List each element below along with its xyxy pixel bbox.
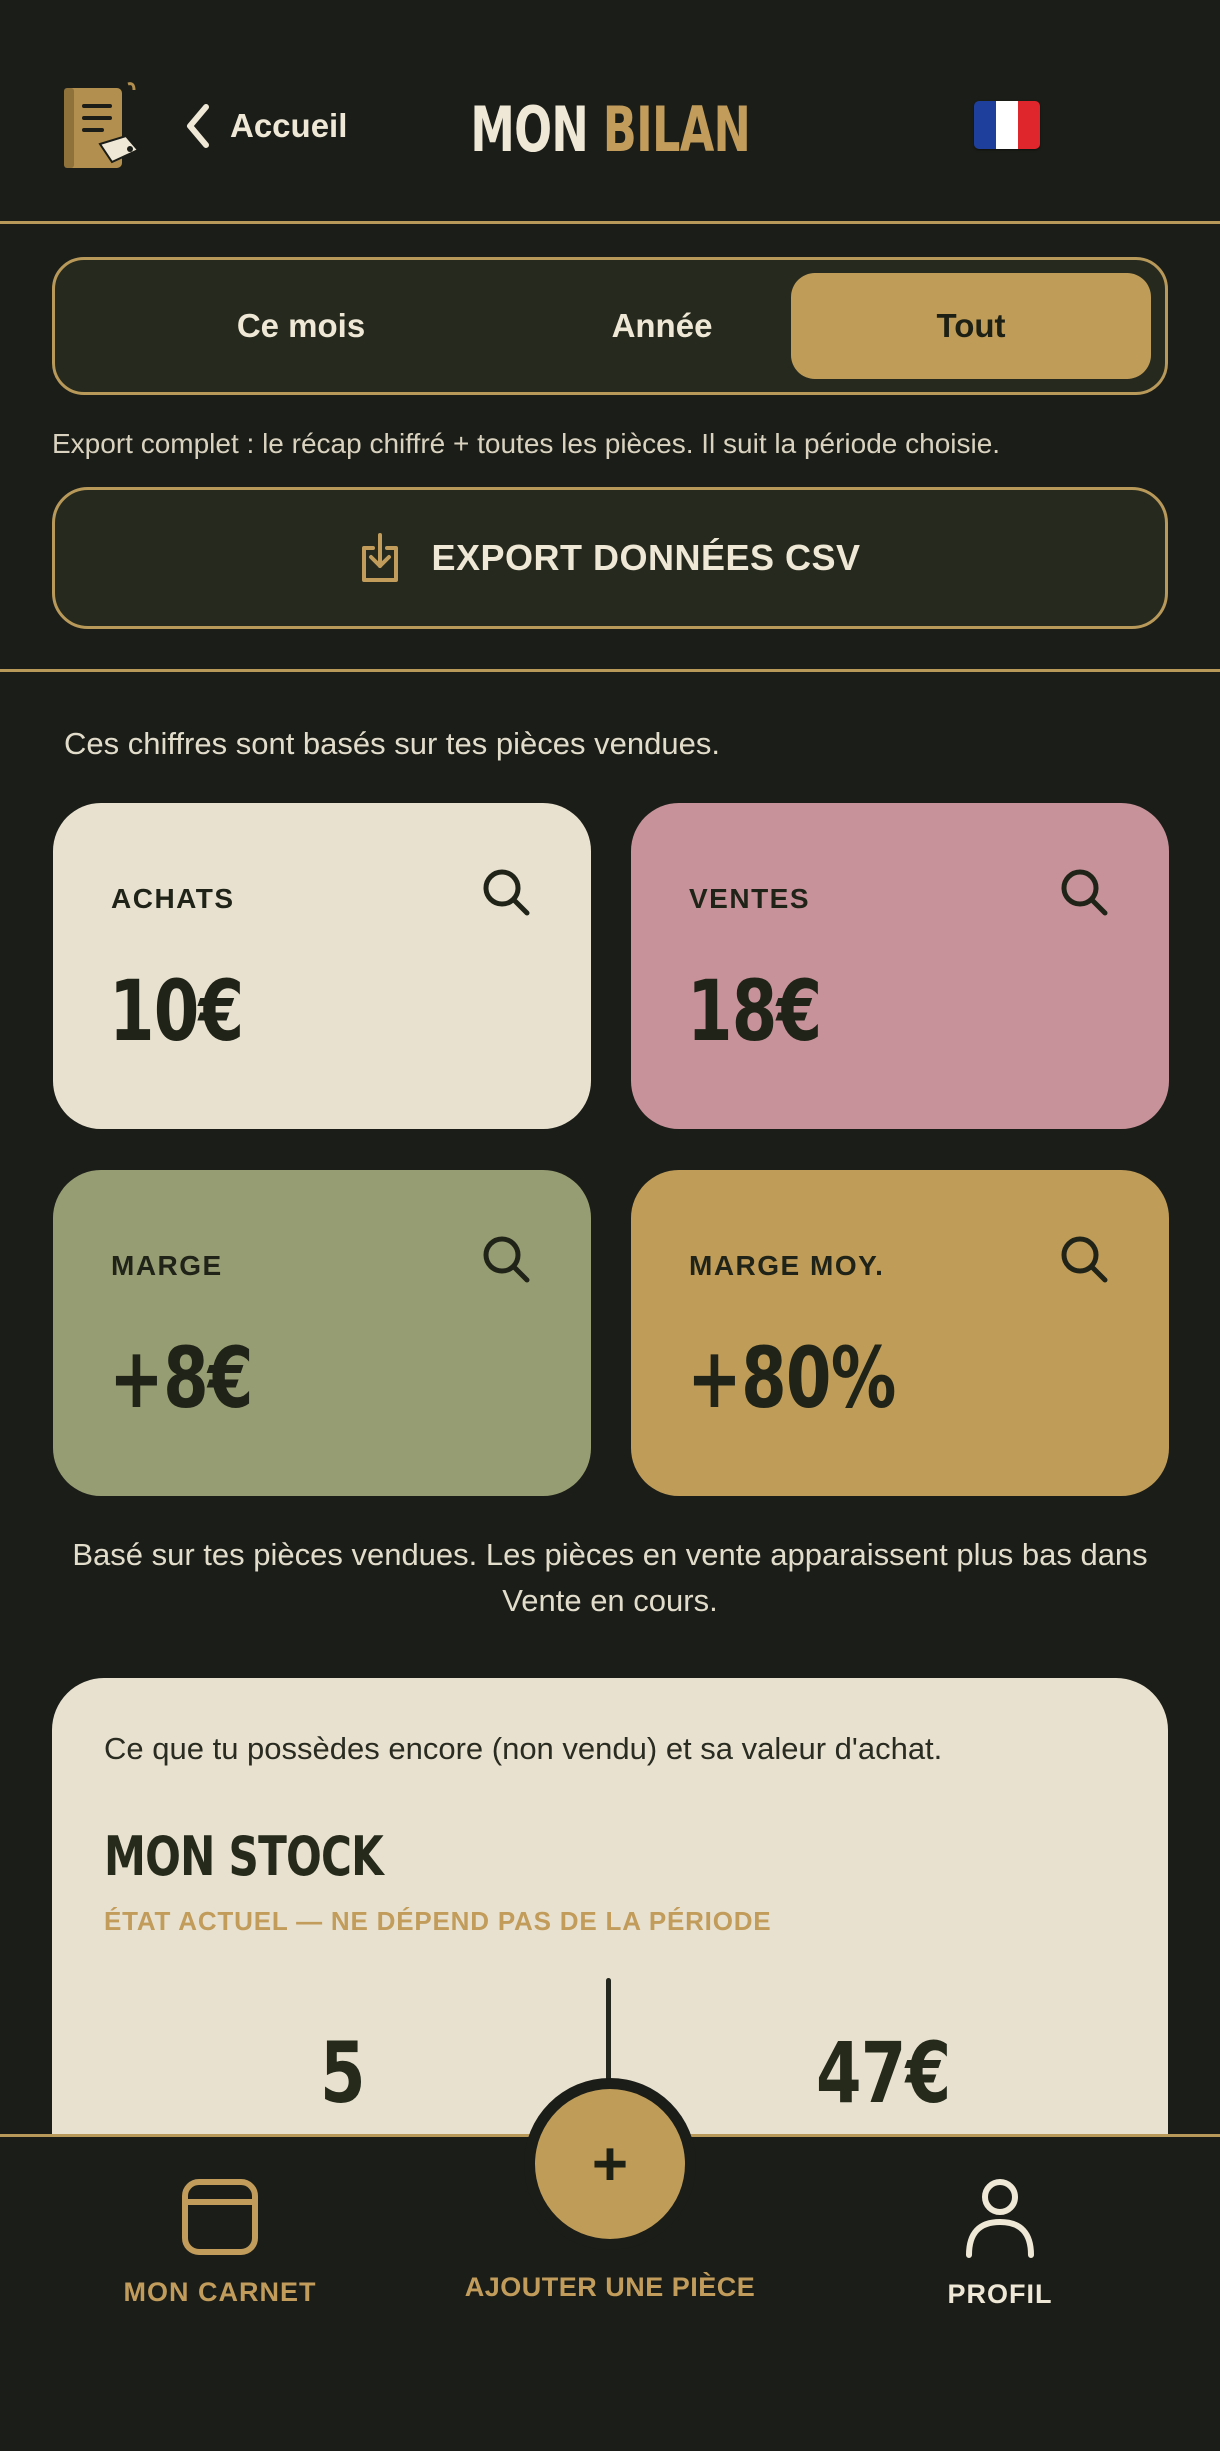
period-option-month[interactable]: Ce mois [121, 273, 481, 379]
section-divider [0, 669, 1220, 672]
stock-count: 5 [320, 2024, 366, 2122]
search-icon[interactable] [479, 1232, 533, 1286]
stock-title: MON STOCK [104, 1825, 384, 1888]
stat-card-achats: ACHATS 10€ [53, 803, 591, 1129]
add-piece-button[interactable]: + [535, 2089, 685, 2239]
nav-label: PROFIL [947, 2279, 1053, 2309]
period-option-year[interactable]: Année [482, 273, 842, 379]
search-icon[interactable] [479, 865, 533, 919]
stat-label: VENTES [689, 883, 811, 914]
export-button-label: EXPORT DONNÉES CSV [431, 537, 861, 578]
stats-footer-note: Basé sur tes pièces vendues. Les pièces … [72, 1537, 1148, 1618]
period-selector: Ce mois Année Tout [52, 257, 1168, 395]
notebook-icon [182, 2179, 258, 2255]
app-header: Accueil MON BILAN [0, 0, 1220, 224]
stat-card-marge: MARGE +8€ [53, 1170, 591, 1496]
french-flag-icon[interactable] [974, 101, 1040, 149]
search-icon[interactable] [1057, 1232, 1111, 1286]
stock-subtitle: ÉTAT ACTUEL — NE DÉPEND PAS DE LA PÉRIOD… [104, 1906, 772, 1936]
title-part-1: MON [470, 93, 588, 166]
nav-label: MON CARNET [123, 2277, 317, 2307]
stat-value: +80% [687, 1329, 896, 1427]
search-icon[interactable] [1057, 865, 1111, 919]
stat-label: MARGE MOY. [689, 1250, 885, 1281]
title-part-2: BILAN [602, 93, 750, 166]
stock-value: 47€ [816, 2024, 951, 2122]
user-icon [966, 2179, 1034, 2258]
stat-label: MARGE [111, 1250, 223, 1281]
export-hint: Export complet : le récap chiffré + tout… [52, 428, 1001, 459]
stat-value: 10€ [109, 962, 244, 1060]
download-icon [362, 533, 399, 582]
stat-card-marge-moy: MARGE MOY. +80% [631, 1170, 1169, 1496]
stats-basis-note: Ces chiffres sont basés sur tes pièces v… [64, 726, 720, 761]
nav-profil[interactable]: PROFIL [890, 2177, 1110, 2310]
stock-description: Ce que tu possèdes encore (non vendu) et… [104, 1731, 943, 1766]
nav-mon-carnet[interactable]: MON CARNET [110, 2177, 330, 2308]
stat-value: 18€ [687, 962, 822, 1060]
add-piece-label[interactable]: AJOUTER UNE PIÈCE [410, 2272, 810, 2303]
export-csv-button[interactable]: EXPORT DONNÉES CSV [52, 487, 1168, 629]
period-option-all[interactable]: Tout [791, 273, 1151, 379]
stat-card-ventes: VENTES 18€ [631, 803, 1169, 1129]
stat-label: ACHATS [111, 883, 235, 914]
stat-value: +8€ [109, 1329, 254, 1427]
